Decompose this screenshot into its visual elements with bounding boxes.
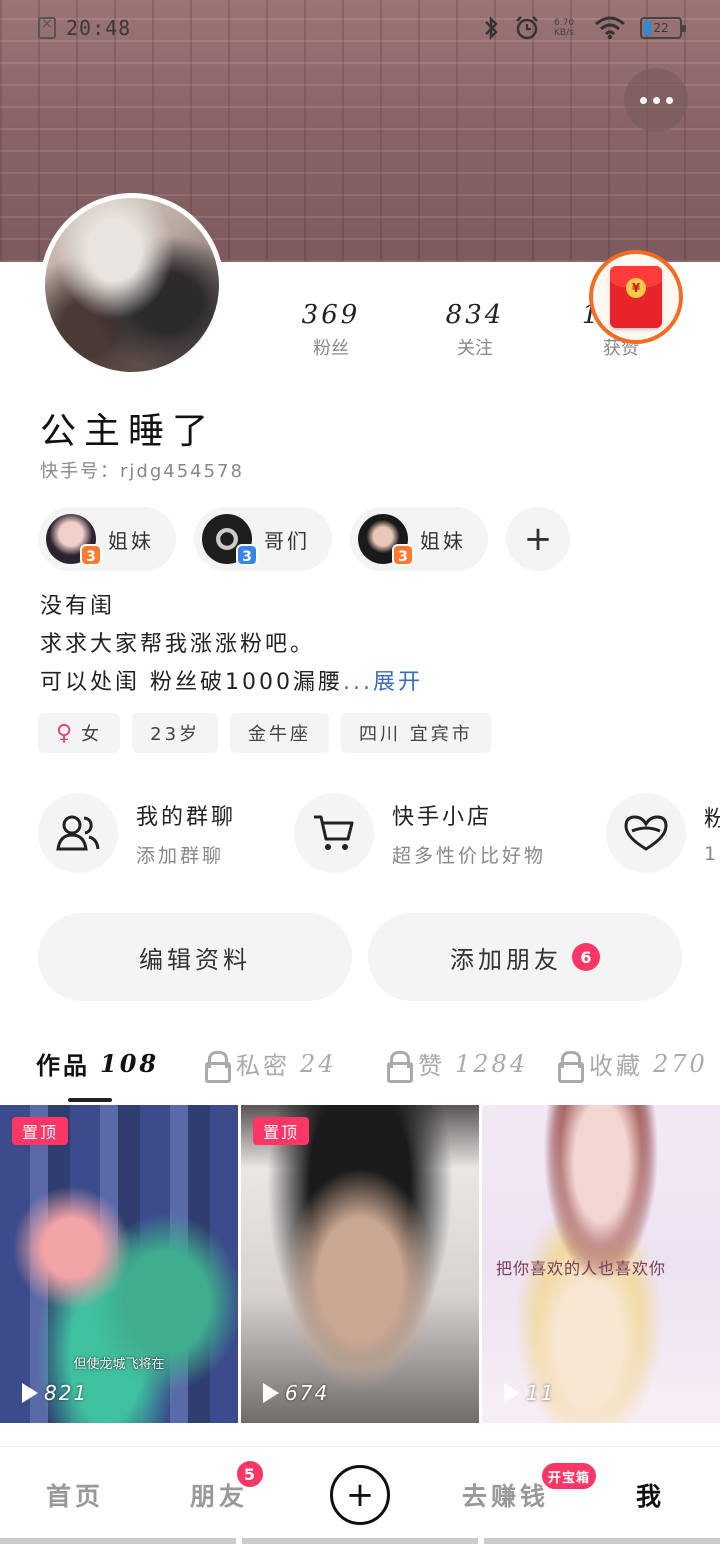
feature-entries: 我的群聊 添加群聊 快手小店 超多性价比好物 粉 1 [38,793,720,873]
cart-icon [294,793,374,873]
intimacy-level-badge: 3 [236,544,258,566]
entry-title: 快手小店 [392,804,493,830]
network-speed: 6.70 KB/s [554,18,575,38]
bio-expand-link[interactable]: ...展开 [343,670,423,695]
bottom-nav: 首页 朋友 5 + 去赚钱 开宝箱 我 [0,1446,720,1544]
kuaishou-id[interactable]: 快手号：rjdg454578 [40,457,244,483]
relation-chip-brother[interactable]: 3 哥们 [194,507,332,571]
relation-avatar: 3 [46,514,102,566]
status-bar: 20:48 6.70 KB/s 22 [0,0,720,56]
entry-subtitle: 超多性价比好物 [392,844,547,867]
tab-liked[interactable]: 赞 1284 [386,1046,528,1083]
lock-icon [386,1050,413,1083]
tag-location: 四川 宜宾市 [341,713,491,753]
entry-group-chat[interactable]: 我的群聊 添加群聊 [38,793,294,873]
entry-title: 我的群聊 [136,804,237,830]
works-grid: 置顶 但使龙城飞将在 821 置顶 674 把你喜欢的人也喜欢你 11 [0,1105,720,1423]
more-dot-icon [665,96,673,104]
entry-fans[interactable]: 粉 1 [606,793,720,873]
profile-avatar[interactable] [40,193,224,377]
play-count: 821 [22,1381,88,1405]
edit-profile-button[interactable]: 编辑资料 [38,913,352,1001]
image-caption: 把你喜欢的人也喜欢你 [496,1259,667,1278]
create-button[interactable]: + [330,1465,390,1525]
relation-avatar: 3 [358,514,414,566]
add-relation-button[interactable]: + [506,507,570,571]
entry-subtitle: 添加群聊 [136,844,225,867]
pinned-badge: 置顶 [253,1117,310,1145]
work-thumbnail[interactable]: 把你喜欢的人也喜欢你 11 [482,1105,720,1423]
work-thumbnail[interactable]: 置顶 但使龙城飞将在 821 [0,1105,238,1423]
red-packet-icon: ¥ [610,266,662,328]
lock-icon [557,1050,584,1083]
group-icon [38,793,118,873]
wifi-icon [595,16,625,40]
profile-bio: 没有闺 求求大家帮我涨涨粉吧。 可以处闺 粉丝破1000漏腰...展开 [40,588,423,702]
content-tabs: 作品 108 私密 24 赞 1284 收藏 270 [0,1040,720,1104]
friends-count-badge: 5 [235,1459,265,1489]
nav-earn[interactable]: 去赚钱 [462,1477,549,1513]
relation-label: 姐妹 [108,528,154,553]
play-count: 11 [504,1381,555,1405]
bluetooth-icon [485,16,498,40]
red-packet-button[interactable]: ¥ [589,250,683,344]
more-dot-icon [652,96,660,104]
tag-age: 23岁 [132,713,219,753]
profile-name: 公主睡了 [40,411,217,452]
play-icon [504,1383,520,1403]
plus-icon: + [523,519,553,559]
battery-icon: 22 [640,17,686,39]
play-icon [263,1383,279,1403]
more-dot-icon [639,96,647,104]
profile-tags: ♀ 女 23岁 金牛座 四川 宜宾市 [38,713,491,753]
play-count: 674 [263,1381,329,1405]
intimacy-level-badge: 3 [80,544,102,566]
status-time: 20:48 [66,16,132,40]
female-icon: ♀ [56,720,76,746]
relation-label: 姐妹 [420,528,466,553]
add-friend-button[interactable]: 添加朋友 6 [368,913,682,1001]
relation-chip-sister[interactable]: 3 姐妹 [38,507,176,571]
treasure-chest-badge: 开宝箱 [540,1461,599,1491]
yuan-coin-icon: ¥ [626,278,646,298]
entry-subtitle: 1 [704,843,720,865]
relation-label: 哥们 [264,528,310,553]
relation-chip-sister-2[interactable]: 3 姐妹 [350,507,488,571]
tab-private[interactable]: 私密 24 [204,1046,337,1083]
alarm-icon [516,16,538,40]
entry-kuaishou-shop[interactable]: 快手小店 超多性价比好物 [294,793,606,873]
nav-home[interactable]: 首页 [46,1477,104,1513]
nav-me[interactable]: 我 [636,1477,665,1513]
gesture-bar [0,1538,720,1544]
bio-line: 没有闺 [40,594,116,619]
entry-title: 粉 [704,807,720,832]
work-thumbnail[interactable]: 置顶 674 [241,1105,479,1423]
more-options-button[interactable] [624,68,688,132]
heart-icon [606,793,686,873]
stat-following[interactable]: 834 关注 [420,300,530,360]
play-icon [22,1383,38,1403]
add-friend-count-badge: 6 [572,943,600,971]
relation-chips: 3 姐妹 3 哥们 3 姐妹 + [38,507,570,571]
active-tab-indicator [68,1098,112,1102]
tab-favorites[interactable]: 收藏 270 [557,1046,708,1083]
bio-line-last: 可以处闺 粉丝破1000漏腰...展开 [40,670,423,695]
relation-avatar: 3 [202,514,258,566]
no-sim-icon [38,16,56,39]
tab-works[interactable]: 作品 108 [36,1046,159,1081]
tag-gender: ♀ 女 [38,713,121,753]
intimacy-level-badge: 3 [392,544,414,566]
video-subtitle: 但使龙城飞将在 [73,1357,165,1372]
stat-followers[interactable]: 369 粉丝 [276,300,386,360]
bio-line: 求求大家帮我涨涨粉吧。 [40,632,316,657]
pinned-badge: 置顶 [12,1117,69,1145]
lock-icon [204,1050,231,1083]
tag-zodiac: 金牛座 [230,713,330,753]
